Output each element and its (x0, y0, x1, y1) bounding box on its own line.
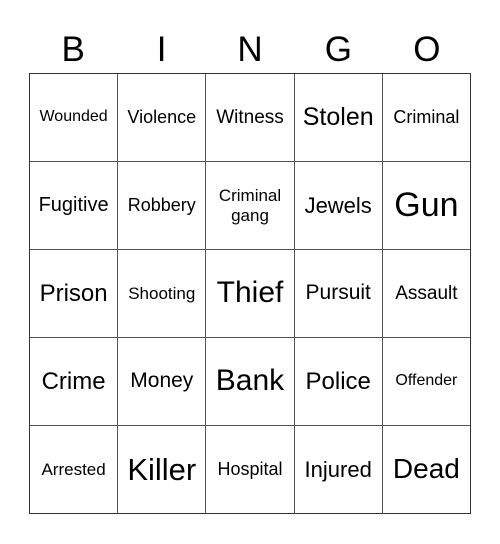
header-letter-o: O (413, 30, 441, 69)
header-letter-b: B (61, 30, 85, 69)
bingo-cell[interactable]: Injured (294, 426, 383, 514)
bingo-cell[interactable]: Fugitive (30, 162, 119, 250)
bingo-cell[interactable]: Prison (30, 250, 119, 338)
bingo-cell[interactable]: Criminal (382, 74, 471, 162)
bingo-cell[interactable]: Criminal gang (206, 162, 295, 250)
bingo-grid: Wounded Violence Witness Stolen Criminal… (29, 73, 471, 514)
header-letter-g: G (324, 30, 353, 69)
bingo-cell[interactable]: Dead (382, 426, 471, 514)
bingo-cell[interactable]: Offender (382, 338, 471, 426)
bingo-cell[interactable]: Pursuit (294, 250, 383, 338)
bingo-cell[interactable]: Wounded (30, 74, 119, 162)
bingo-cell[interactable]: Stolen (294, 74, 383, 162)
bingo-cell[interactable]: Thief (206, 250, 295, 338)
bingo-cell[interactable]: Hospital (206, 426, 295, 514)
bingo-cell[interactable]: Violence (118, 74, 207, 162)
bingo-cell[interactable]: Police (294, 338, 383, 426)
bingo-cell[interactable]: Shooting (118, 250, 207, 338)
bingo-cell[interactable]: Gun (382, 162, 471, 250)
bingo-cell[interactable]: Jewels (294, 162, 383, 250)
bingo-header: B I N G O (29, 28, 471, 72)
bingo-cell[interactable]: Arrested (30, 426, 119, 514)
bingo-cell[interactable]: Robbery (118, 162, 207, 250)
bingo-cell[interactable]: Assault (382, 250, 471, 338)
bingo-cell[interactable]: Witness (206, 74, 295, 162)
header-letter-n: N (237, 30, 263, 69)
bingo-cell[interactable]: Killer (118, 426, 207, 514)
bingo-cell[interactable]: Crime (30, 338, 119, 426)
bingo-cell[interactable]: Money (118, 338, 207, 426)
bingo-cell[interactable]: Bank (206, 338, 295, 426)
header-letter-i: I (156, 30, 167, 69)
